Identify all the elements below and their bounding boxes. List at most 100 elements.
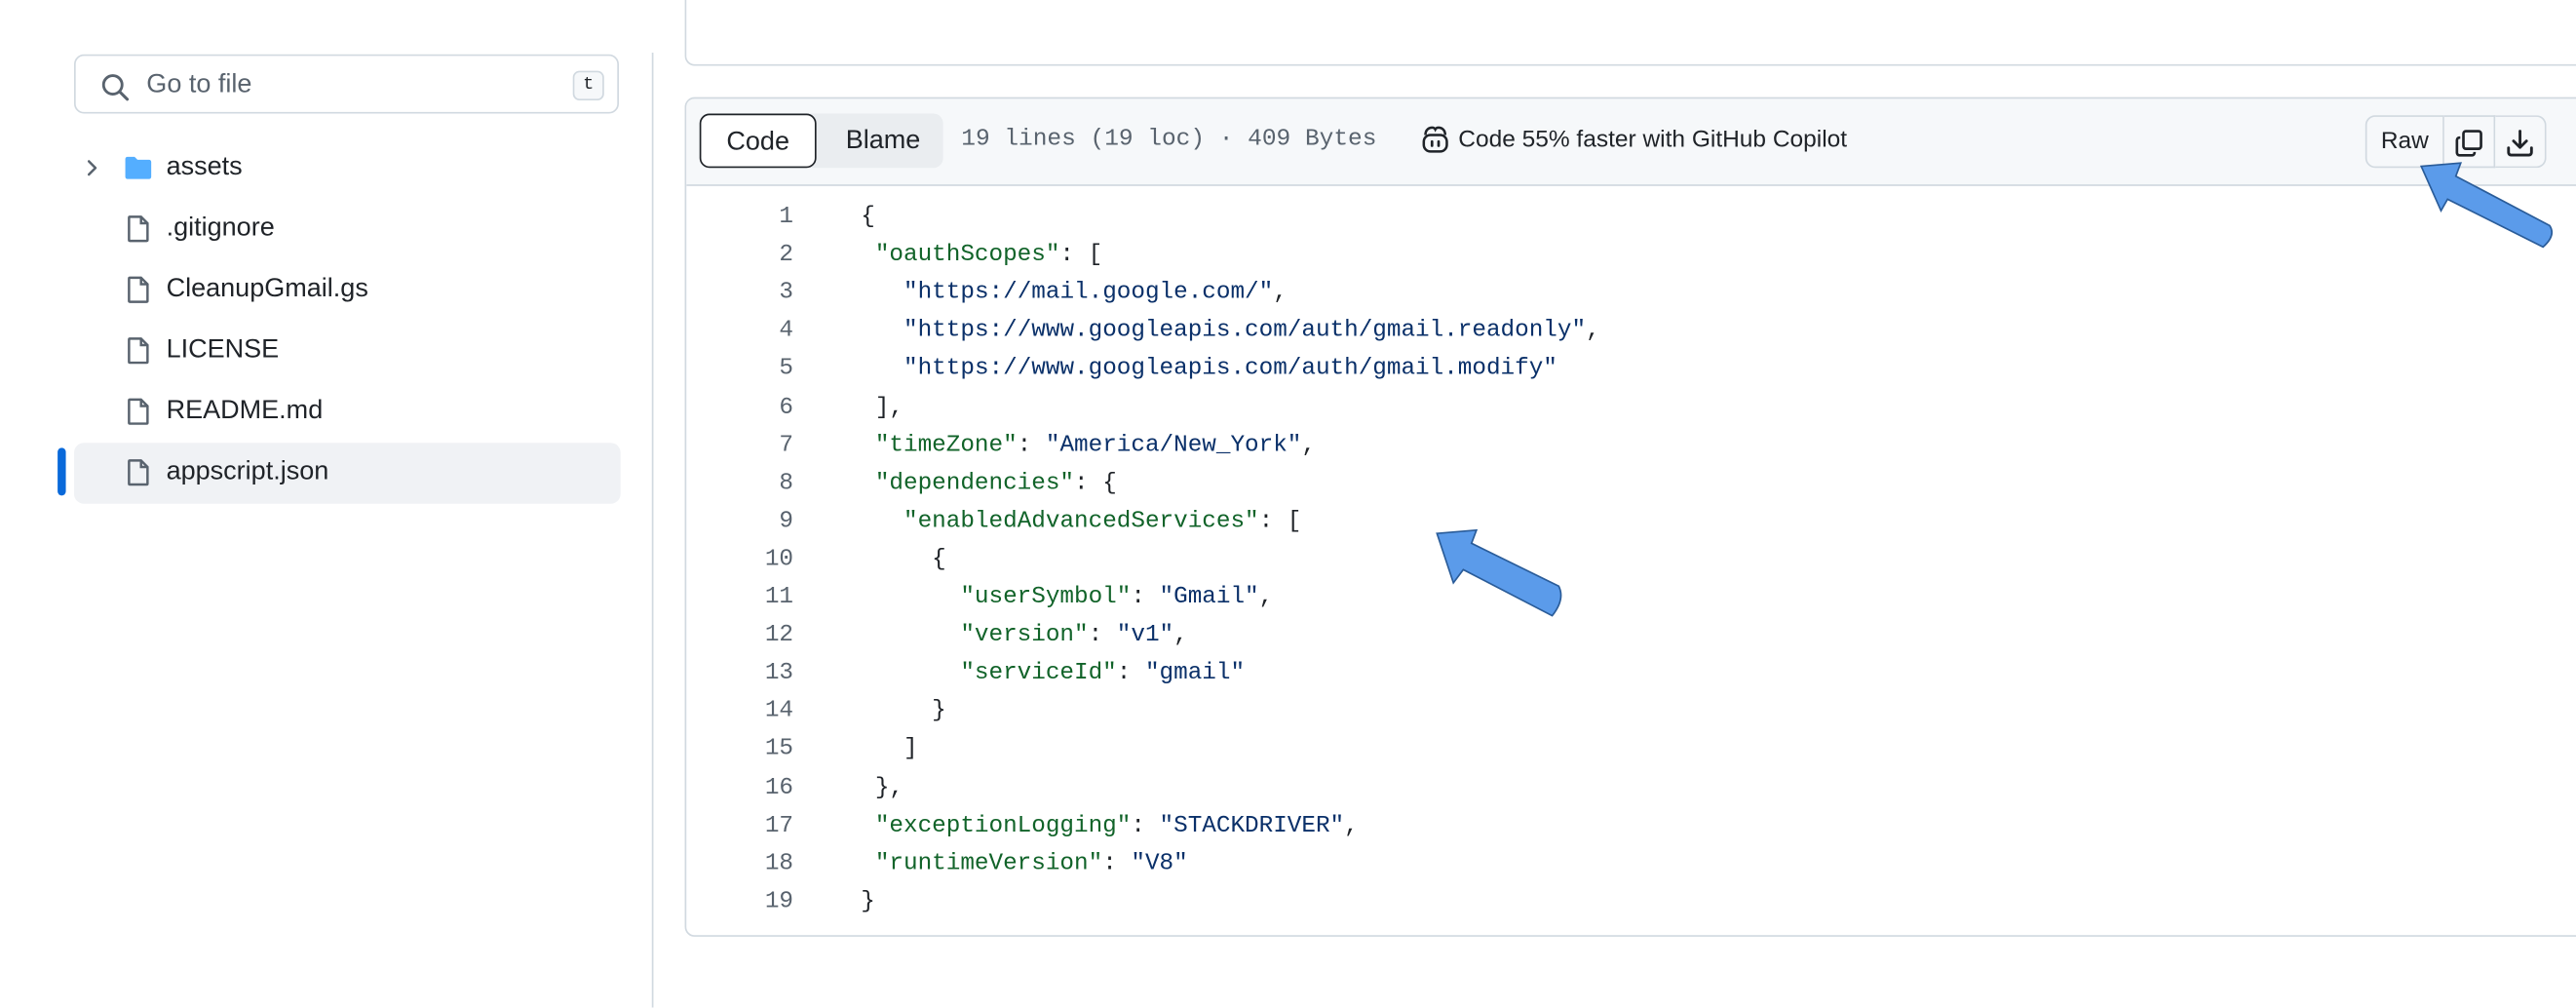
code-line-text: ], [861,389,904,427]
line-number[interactable]: 13 [719,655,793,693]
annotation-arrow-icon [2419,162,2554,249]
go-to-file-search[interactable]: Go to file t [73,54,619,114]
code-token: "timeZone" [874,432,1018,459]
code-token: "v1" [1116,622,1174,649]
copy-icon [2455,130,2482,157]
file-tree-item-label: CleanupGmail.gs [166,275,368,303]
code-token: ], [861,394,904,421]
code-token: "STACKDRIVER" [1159,812,1345,839]
file-icon [128,459,149,486]
code-line-text: "timeZone": "America/New_York", [861,427,1316,465]
code-token: { [861,546,946,573]
line-number[interactable]: 12 [719,617,793,655]
code-token: "https://www.googleapis.com/auth/gmail.r… [904,318,1587,345]
code-token: "Gmail" [1159,584,1259,611]
file-tree-item-label: .gitignore [166,213,275,243]
code-line-text: } [861,693,946,731]
file-tree-item[interactable]: appscript.json [73,443,621,504]
file-icon [128,337,149,365]
line-number[interactable]: 3 [719,275,793,313]
file-tree-item[interactable]: CleanupGmail.gs [74,260,621,321]
line-number[interactable]: 8 [719,465,793,503]
code-token: , [1301,432,1316,459]
code-token: "gmail" [1144,660,1246,687]
line-number[interactable]: 19 [719,884,793,922]
tab-code[interactable]: Code [699,113,817,169]
line-number[interactable]: 9 [719,503,793,541]
copilot-promo-text: Code 55% faster with GitHub Copilot [1458,127,1848,154]
previous-panel [684,0,2576,66]
line-number[interactable]: 14 [719,693,793,731]
code-line-text: ] [861,731,918,769]
code-token: , [1173,622,1188,649]
code-token: "https://www.googleapis.com/auth/gmail.m… [904,356,1557,383]
code-line-text: "exceptionLogging": "STACKDRIVER", [861,808,1359,846]
line-number[interactable]: 18 [719,846,793,884]
code-token: : [1102,850,1132,877]
file-tree-item[interactable]: README.md [74,382,621,443]
code-token: : [ [1258,508,1302,535]
chevron-right-icon[interactable] [82,158,101,177]
file-icon [128,215,149,243]
code-token: "V8" [1131,850,1188,877]
code-token: : [ [1059,242,1103,269]
copilot-icon [1422,126,1448,153]
line-number[interactable]: 6 [719,389,793,427]
file-tree-item[interactable]: assets [74,138,621,199]
code-line-text: "version": "v1", [861,617,1187,655]
line-number[interactable]: 17 [719,808,793,846]
annotation-arrow-icon [1436,528,1562,617]
view-toggle: Code Blame [699,113,943,169]
code-token: "version" [960,622,1089,649]
search-placeholder: Go to file [146,70,252,99]
code-token: "dependencies" [874,470,1075,497]
code-line-text: "https://www.googleapis.com/auth/gmail.r… [861,313,1600,351]
line-number[interactable]: 2 [719,237,793,275]
code-token: : [1017,432,1046,459]
code-token: { [861,204,875,231]
file-tree-item[interactable]: LICENSE [74,321,621,381]
tab-blame[interactable]: Blame [823,114,942,169]
file-icon [128,276,149,303]
file-tree-item-label: appscript.json [166,457,329,486]
code-token: "serviceId" [960,660,1117,687]
line-number[interactable]: 15 [719,731,793,769]
line-number[interactable]: 5 [719,351,793,389]
line-number[interactable]: 11 [719,579,793,617]
code-line-text: "enabledAdvancedServices": [ [861,503,1301,541]
file-tree-item[interactable]: .gitignore [74,199,621,259]
active-item-indicator [58,447,66,496]
line-number[interactable]: 7 [719,427,793,465]
line-number[interactable]: 16 [719,770,793,808]
code-token: } [861,888,875,915]
code-token: "exceptionLogging" [874,812,1132,839]
code-token: }, [861,774,904,801]
code-line-text: "serviceId": "gmail" [861,655,1245,693]
file-icon [128,398,149,425]
code-line-text: "runtimeVersion": "V8" [861,846,1188,884]
file-header: Code Blame 19 lines (19 loc) · 409 Bytes… [686,98,2576,186]
canvas: Go to file t assets .gitignore CleanupGmai… [0,0,2576,1008]
line-number[interactable]: 4 [719,313,793,351]
line-number[interactable]: 1 [719,199,793,237]
code-line-text: "https://mail.google.com/", [861,275,1288,313]
line-number[interactable]: 10 [719,541,793,579]
folder-icon [125,156,152,179]
code-line-text: "userSymbol": "Gmail", [861,579,1273,617]
code-line-text: { [861,199,875,237]
file-stats: 19 lines (19 loc) · 409 Bytes [961,127,1377,154]
code-token: ] [861,736,918,763]
file-viewer: Code Blame 19 lines (19 loc) · 409 Bytes… [684,97,2576,937]
